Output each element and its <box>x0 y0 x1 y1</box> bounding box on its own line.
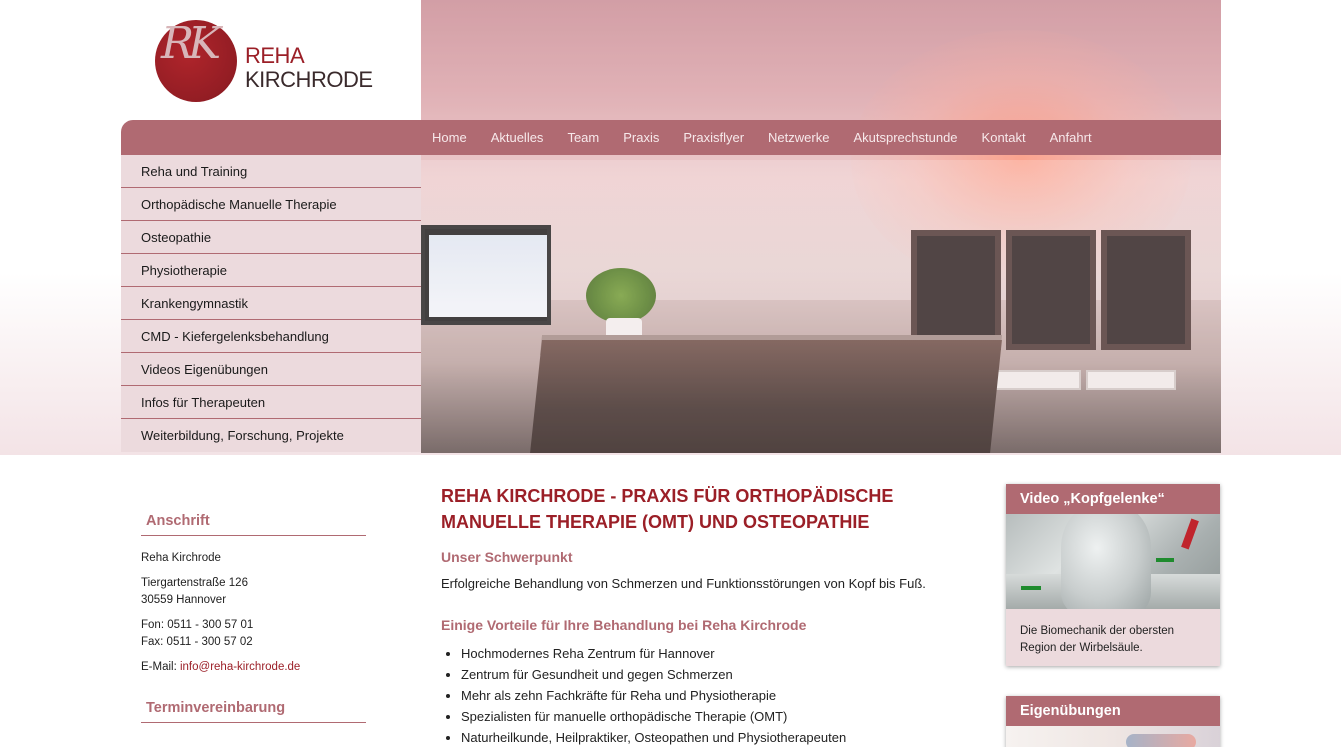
list-item: Hochmodernes Reha Zentrum für Hannover <box>461 643 961 664</box>
side-menu: Reha und Training Orthopädische Manuelle… <box>121 155 421 452</box>
page: RK REHA KIRCHRODE Home Aktuelles Team Pr… <box>121 0 1221 747</box>
sidemenu-item-cmd[interactable]: CMD - Kiefergelenksbehandlung <box>121 320 421 353</box>
nav-netzwerke[interactable]: Netzwerke <box>756 120 841 155</box>
advantages-list: Hochmodernes Reha Zentrum für Hannover Z… <box>441 643 961 747</box>
red-arrow-icon <box>1181 518 1199 550</box>
exercises-widget[interactable]: Eigenübungen <box>1006 696 1220 747</box>
logo[interactable]: RK REHA KIRCHRODE <box>121 0 421 120</box>
address-city: 30559 Hannover <box>141 594 227 606</box>
focus-text: Erfolgreiche Behandlung von Schmerzen un… <box>441 576 926 591</box>
exercise-figure <box>1126 734 1196 747</box>
appointment-heading: Terminvereinbarung <box>141 697 366 723</box>
email-block: E-Mail: info@reha-kirchrode.de <box>141 659 366 676</box>
fax-number: Fax: 0511 - 300 57 02 <box>141 636 253 648</box>
hero-overlay <box>421 0 1221 453</box>
nav-akutsprechstunde[interactable]: Akutsprechstunde <box>841 120 969 155</box>
sidemenu-item-videos[interactable]: Videos Eigenübungen <box>121 353 421 386</box>
video-widget-title[interactable]: Video „Kopfgelenke“ <box>1006 484 1220 514</box>
list-item: Mehr als zehn Fachkräfte für Reha und Ph… <box>461 685 961 706</box>
logo-monogram: RK <box>161 18 221 69</box>
logo-line-1: REHA <box>245 43 305 68</box>
address-heading: Anschrift <box>141 510 366 536</box>
list-item: Zentrum für Gesundheit und gegen Schmerz… <box>461 664 961 685</box>
phone-number: Fon: 0511 - 300 57 01 <box>141 619 254 631</box>
green-arrow-icon <box>1021 586 1041 590</box>
email-link[interactable]: info@reha-kirchrode.de <box>180 661 300 673</box>
nav-anfahrt[interactable]: Anfahrt <box>1038 120 1104 155</box>
exercises-widget-title[interactable]: Eigenübungen <box>1006 696 1220 726</box>
list-item: Naturheilkunde, Heilpraktiker, Osteopath… <box>461 727 961 747</box>
vertebra-illustration <box>1061 514 1151 609</box>
address-name: Reha Kirchrode <box>141 552 221 564</box>
nav-aktuelles[interactable]: Aktuelles <box>479 120 556 155</box>
nav-team[interactable]: Team <box>555 120 611 155</box>
sidemenu-item-osteopathie[interactable]: Osteopathie <box>121 221 421 254</box>
sidemenu-item-krankengymnastik[interactable]: Krankengymnastik <box>121 287 421 320</box>
green-arrow-icon <box>1156 558 1174 562</box>
main-navigation: Home Aktuelles Team Praxis Praxisflyer N… <box>121 120 1221 155</box>
focus-heading: Unser Schwerpunkt <box>441 549 573 565</box>
page-title: REHA KIRCHRODE - PRAXIS FÜR ORTHOPÄDISCH… <box>441 486 894 532</box>
nav-praxis[interactable]: Praxis <box>611 120 671 155</box>
logo-line-2: KIRCHRODE <box>245 67 373 92</box>
list-item: Spezialisten für manuelle orthopädische … <box>461 706 961 727</box>
sidemenu-item-therapeuten[interactable]: Infos für Therapeuten <box>121 386 421 419</box>
email-label: E-Mail: <box>141 661 180 673</box>
sidemenu-item-reha-training[interactable]: Reha und Training <box>121 155 421 188</box>
main-content: REHA KIRCHRODE - PRAXIS FÜR ORTHOPÄDISCH… <box>441 483 961 747</box>
contact-block: Fon: 0511 - 300 57 01 Fax: 0511 - 300 57… <box>141 617 366 651</box>
logo-wordmark: REHA KIRCHRODE <box>245 44 373 92</box>
sidemenu-item-weiterbildung[interactable]: Weiterbildung, Forschung, Projekte <box>121 419 421 452</box>
exercises-thumbnail[interactable] <box>1006 726 1220 747</box>
sidemenu-item-physiotherapie[interactable]: Physiotherapie <box>121 254 421 287</box>
nav-praxisflyer[interactable]: Praxisflyer <box>671 120 756 155</box>
video-widget-caption: Die Biomechanik der obersten Region der … <box>1020 625 1175 654</box>
address-panel: Anschrift Reha Kirchrode Tiergartenstraß… <box>141 510 366 737</box>
address-block: Tiergartenstraße 126 30559 Hannover <box>141 575 366 609</box>
nav-kontakt[interactable]: Kontakt <box>970 120 1038 155</box>
video-widget[interactable]: Video „Kopfgelenke“ Die Biomechanik der … <box>1006 484 1220 666</box>
video-thumbnail[interactable] <box>1006 514 1220 609</box>
nav-home[interactable]: Home <box>421 120 479 155</box>
hero-image <box>421 0 1221 453</box>
sidemenu-item-omt[interactable]: Orthopädische Manuelle Therapie <box>121 188 421 221</box>
advantages-heading: Einige Vorteile für Ihre Behandlung bei … <box>441 617 807 633</box>
address-street: Tiergartenstraße 126 <box>141 577 248 589</box>
